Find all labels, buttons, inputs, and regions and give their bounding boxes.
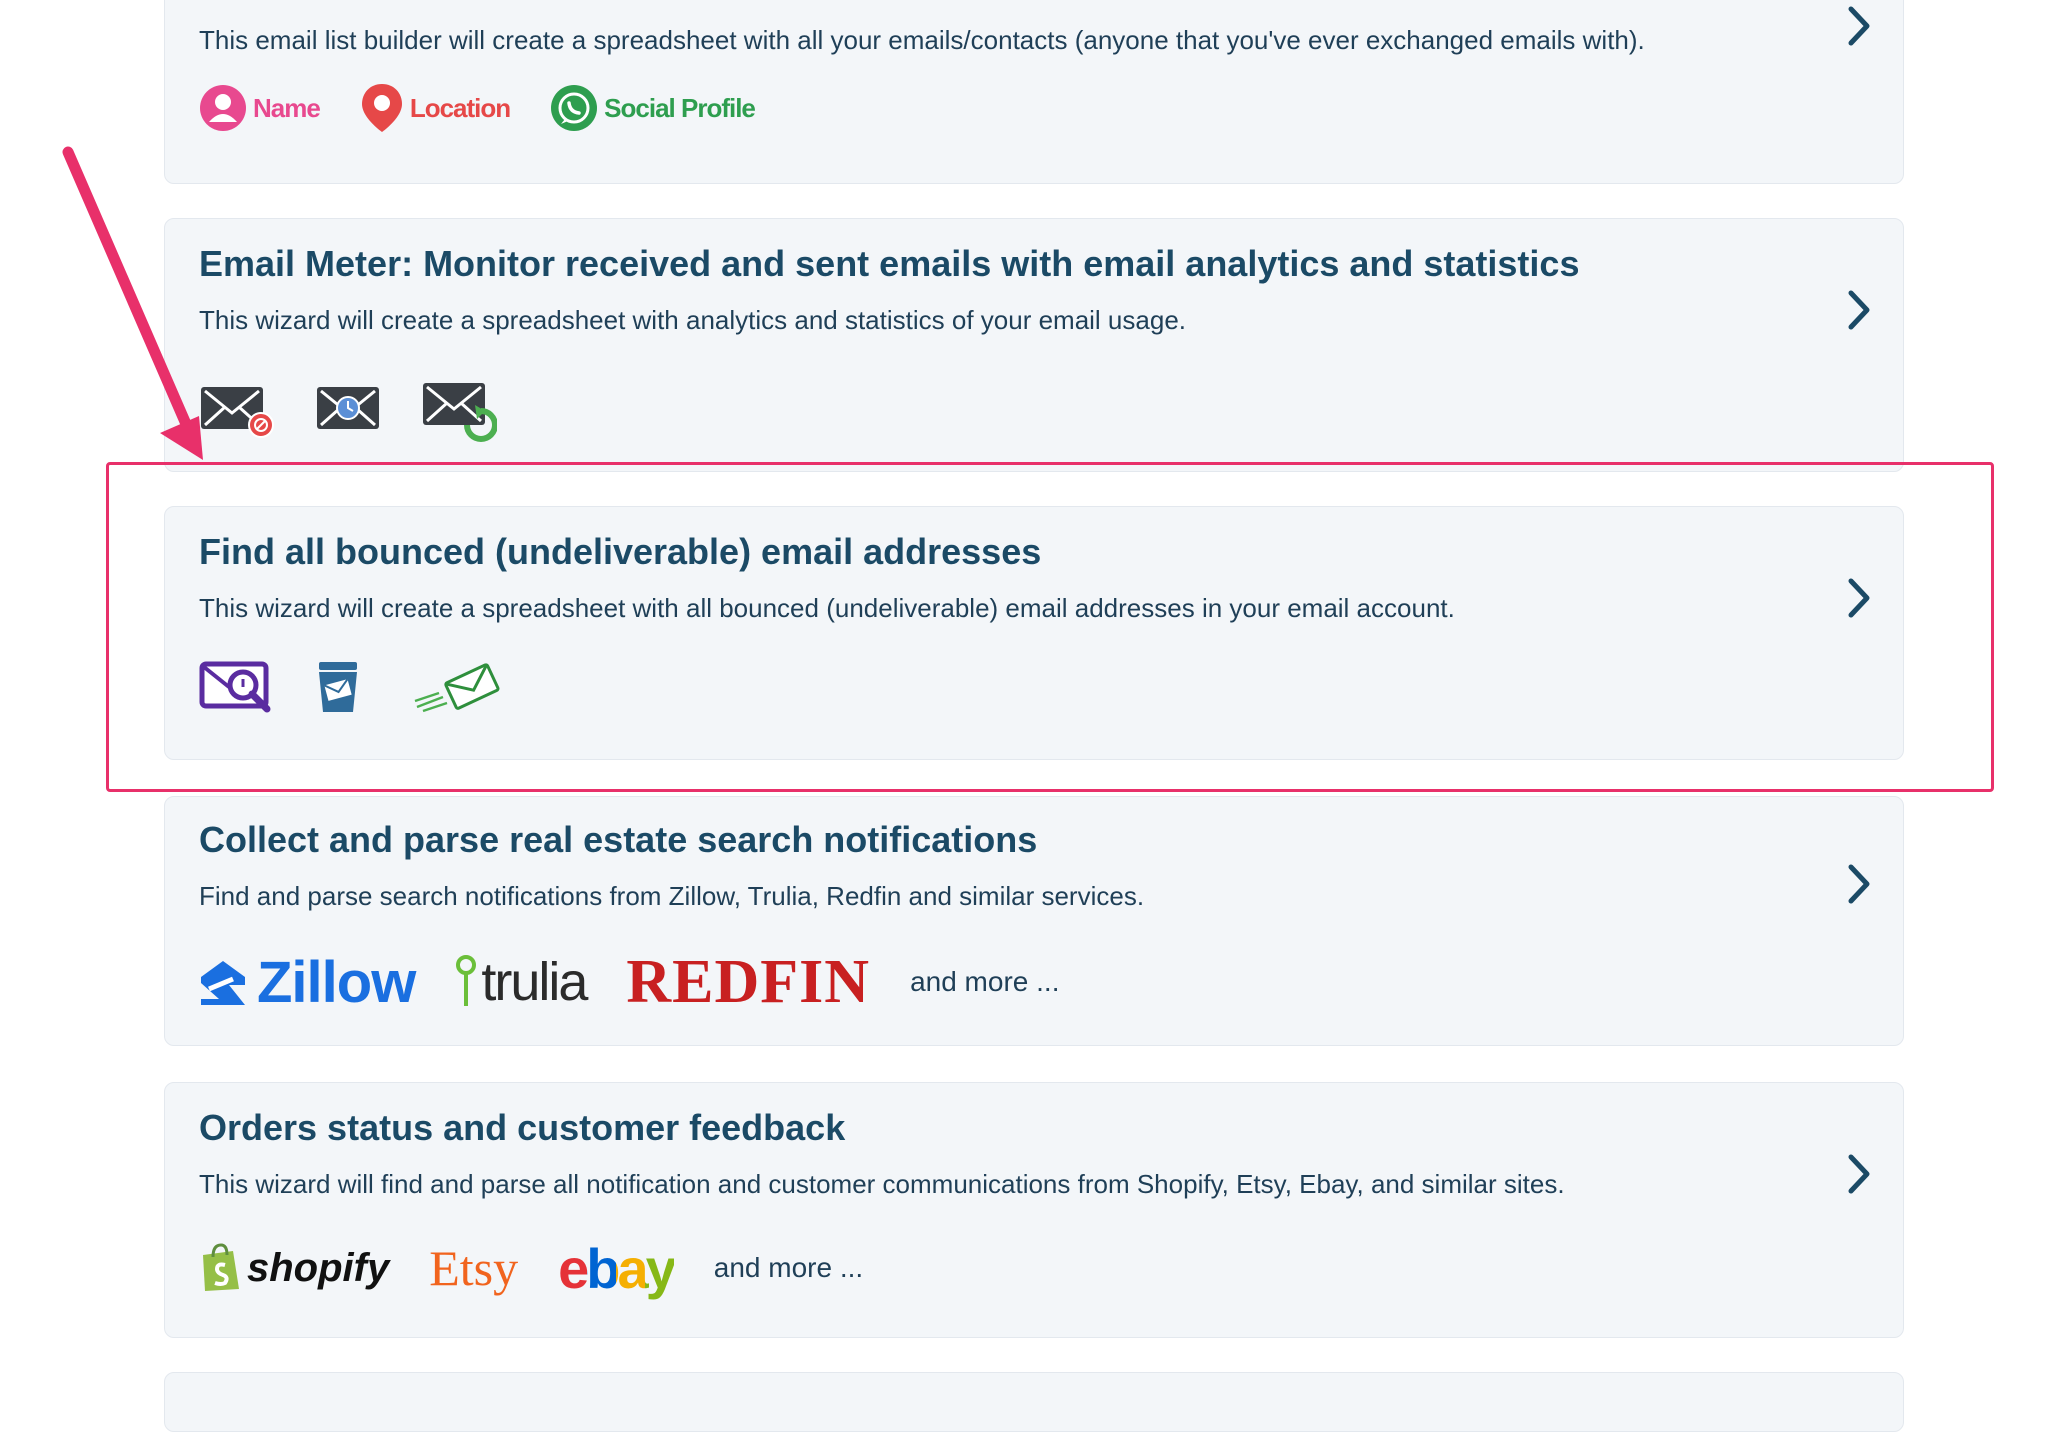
chevron-right-icon[interactable] [1839,573,1879,623]
chevron-right-icon[interactable] [1839,285,1879,335]
location-pin-icon [360,82,404,134]
zillow-logo: Zillow [257,949,416,1015]
and-more-text: and more ... [713,1252,864,1283]
feature-icons-row [199,657,503,717]
logos-row: shopify Etsy ebay and more ... [199,1233,863,1303]
card-real-estate[interactable]: Collect and parse real estate search not… [164,796,1904,1046]
person-icon [199,84,247,132]
and-more-text: and more ... [910,966,1060,997]
chevron-right-icon[interactable] [1839,1,1879,51]
tag-label-location: Location [409,92,511,123]
ebay-logo: ebay [558,1236,677,1301]
card-title: Find all bounced (undeliverable) email a… [199,531,1042,572]
card-description: This wizard will create a spreadsheet wi… [199,593,1455,623]
card-title: Collect and parse real estate search not… [199,819,1038,860]
zillow-logo-icon [199,955,247,1009]
email-clock-icon [315,381,381,441]
card-description: This email list builder will create a sp… [199,25,1645,55]
email-search-icon [199,661,273,713]
chevron-right-icon[interactable] [1839,1149,1879,1199]
email-trash-icon [313,660,363,714]
email-refresh-icon [421,379,498,443]
feature-icons-row [199,379,498,443]
card-email-list-builder[interactable]: This email list builder will create a sp… [164,0,1904,184]
tags-row: Name Location Social Profile [199,82,756,134]
card-description: This wizard will create a spreadsheet wi… [199,305,1186,335]
tag-label-social-profile: Social Profile [604,92,756,123]
trulia-logo: trulia [481,952,588,1012]
email-blocked-icon [199,381,275,441]
card-title: Orders status and customer feedback [199,1107,846,1148]
tag-label-name: Name [253,92,321,123]
card-orders-status[interactable]: Orders status and customer feedback This… [164,1082,1904,1338]
redfin-logo: REDFIN [626,947,871,1016]
trulia-pin-icon [455,954,477,1010]
card-bounced-emails[interactable]: Find all bounced (undeliverable) email a… [164,506,1904,760]
email-flying-icon [413,661,503,713]
card-email-meter[interactable]: Email Meter: Monitor received and sent e… [164,218,1904,472]
etsy-logo: Etsy [429,1240,519,1296]
card-description: Find and parse search notifications from… [199,881,1145,911]
whatsapp-icon [550,84,598,132]
logos-row: Zillow trulia REDFIN and more ... [199,947,1059,1017]
shopify-logo: shopify [247,1245,390,1290]
chevron-right-icon[interactable] [1839,859,1879,909]
card-next[interactable] [164,1372,1904,1432]
card-title: Email Meter: Monitor received and sent e… [199,243,1580,284]
ebay-logo-text: ebay [558,1236,677,1300]
shopify-bag-icon [199,1243,241,1293]
card-description: This wizard will find and parse all noti… [199,1169,1565,1199]
